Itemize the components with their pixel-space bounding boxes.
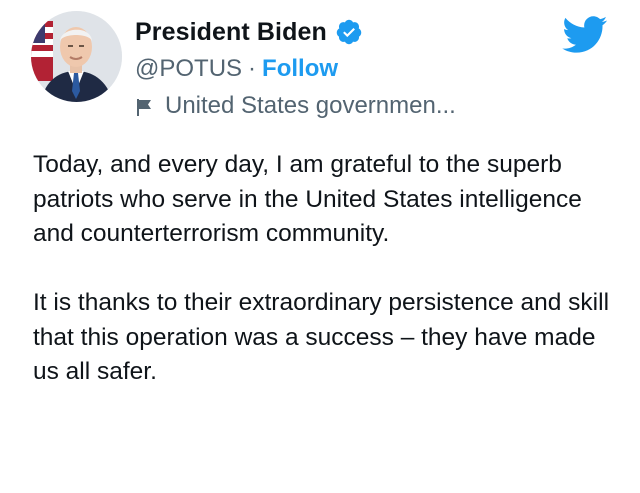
twitter-bird-icon[interactable]: [562, 16, 608, 54]
tweet-paragraph: Today, and every day, I am grateful to t…: [33, 151, 582, 247]
author-display-name[interactable]: President Biden: [135, 18, 327, 47]
author-handle-row: @POTUS · Follow: [135, 52, 338, 86]
verified-badge-icon: [335, 18, 363, 46]
avatar-image: [31, 11, 122, 102]
tweet-paragraph: It is thanks to their extraordinary pers…: [33, 289, 610, 385]
avatar[interactable]: [31, 11, 122, 102]
follow-button[interactable]: Follow: [262, 55, 338, 83]
account-label-row: United States governmen...: [135, 89, 456, 123]
author-name-row: President Biden: [135, 14, 363, 50]
flag-icon: [135, 96, 155, 116]
separator-dot: ·: [248, 55, 257, 82]
tweet-body: Today, and every day, I am grateful to t…: [33, 148, 623, 390]
tweet-card: President Biden @POTUS · Follow United S…: [0, 0, 640, 493]
account-label[interactable]: United States governmen...: [165, 92, 456, 120]
author-handle[interactable]: @POTUS: [135, 55, 242, 83]
